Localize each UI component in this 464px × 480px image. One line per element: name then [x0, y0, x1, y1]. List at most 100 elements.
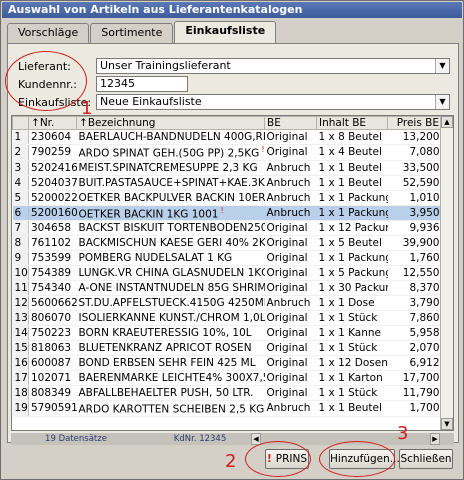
table-row[interactable]: 12 5600662 ST.DU.APFELSTUECK.4150G 4250ML A…: [12, 295, 442, 311]
price-be: 11,790: [387, 385, 442, 401]
article-name: BOND ERBSEN SEHR FEIN 425 ML: [76, 355, 265, 371]
content-be: 1 x 1 Kanne: [316, 325, 388, 341]
chevron-down-icon[interactable]: ▼: [435, 95, 449, 109]
be-type: Original: [264, 370, 317, 386]
price-be: 9,936: [387, 220, 442, 236]
table-row[interactable]: 10 754389 LUNGK.VR CHINA GLASNUDELN 1KG Ori…: [12, 265, 442, 281]
price-be: 3,790: [387, 295, 442, 311]
content-be: 1 x 12 Dosen: [316, 355, 388, 371]
row-index: 5: [12, 190, 29, 206]
close-button[interactable]: Schließen: [399, 449, 453, 469]
be-type: Anbruch: [264, 190, 317, 206]
row-index: 11: [12, 280, 29, 296]
header-preis[interactable]: Preis BE: [387, 116, 442, 130]
row-index: 6: [12, 205, 29, 221]
be-type: Anbruch: [264, 205, 317, 221]
article-table: ↑Nr. ↑Bezeichnung BE Inhalt BE Preis BE …: [11, 115, 454, 431]
header-be[interactable]: BE: [264, 116, 317, 130]
article-number: 818063: [28, 340, 77, 356]
price-be: 13,200: [387, 129, 442, 145]
content-be: 1 x 1 Packung: [316, 250, 388, 266]
header-bezeichnung[interactable]: ↑Bezeichnung: [76, 116, 265, 130]
row-index: 8: [12, 235, 29, 251]
row-index: 12: [12, 295, 29, 311]
table-row[interactable]: 195790591ARDO KAROTTEN SCHEIBEN 2,5 KG!A…: [12, 400, 442, 417]
be-type: Anbruch: [264, 295, 317, 311]
price-be: 52,590: [387, 175, 442, 191]
table-row[interactable]: 2 790259 ARDO SPINAT GEH.(50G PP) 2,5KG! Or…: [12, 144, 442, 161]
table-row[interactable]: 9 753599 POMBERG NUDELSALAT 1 KG Original 1 …: [12, 250, 442, 266]
article-number: 304658: [28, 220, 77, 236]
price-be: 1,760: [387, 250, 442, 266]
annotation-number-2: 2: [225, 451, 237, 472]
einkaufsliste-combo[interactable]: Neue Einkaufsliste ▼: [96, 94, 450, 110]
row-index: 7: [12, 220, 29, 236]
price-be: 1,010: [387, 190, 442, 206]
table-row[interactable]: 6 5200160 OETKER BACKIN 1KG 1001! Anbruch 1 …: [12, 205, 442, 221]
content-be: 1 x 4 Beutel: [316, 144, 388, 161]
table-row[interactable]: 15 818063 BLUETENKRANZ APRICOT ROSEN Origin…: [12, 340, 442, 356]
content-be: 1 x 1 Dose: [316, 295, 388, 311]
be-type: Original: [264, 220, 317, 236]
table-row[interactable]: 18 808349 ABFALLBEHAELTER PUSH, 50 LTR. Ori…: [12, 385, 442, 401]
content-be: 1 x 1 Beutel: [316, 400, 388, 417]
row-index: 19: [12, 400, 29, 417]
lieferant-combo[interactable]: Unser Trainingslieferant ▼: [96, 58, 450, 74]
article-number: 600087: [28, 355, 77, 371]
table-row[interactable]: 4 5204037 BUIT.PASTASAUCE+SPINAT+KAE.3KG An…: [12, 175, 442, 191]
article-number: 5202416: [28, 160, 77, 176]
table-row[interactable]: 7 304658 BACKST BISKUIT TORTENBODEN250G Ori…: [12, 220, 442, 236]
article-name: ISOLIERKANNE KUNST./CHROM 1,0L: [76, 310, 265, 326]
article-number: 753599: [28, 250, 77, 266]
content-be: 1 x 30 Packung...: [316, 280, 388, 296]
tab-einkaufsliste[interactable]: Einkaufsliste: [174, 21, 277, 43]
chevron-down-icon[interactable]: ▼: [435, 59, 449, 73]
article-name: BORN KRAEUTERESSIG 10%, 10L: [76, 325, 265, 341]
table-row[interactable]: 1 230604 BAERLAUCH-BANDNUDELN 400G,RIEH Ori…: [12, 129, 442, 145]
article-number: 808349: [28, 385, 77, 401]
header-inhalt[interactable]: Inhalt BE: [316, 116, 388, 130]
tab-sortimente[interactable]: Sortimente: [90, 23, 174, 43]
table-row[interactable]: 13 806070 ISOLIERKANNE KUNST./CHROM 1,0L Or…: [12, 310, 442, 326]
scroll-down-icon[interactable]: ▼: [441, 418, 453, 430]
tab-bar: Vorschläge Sortimente Einkaufsliste: [7, 21, 277, 43]
content-be: 1 x 5 Packungen: [316, 265, 388, 281]
scroll-up-icon[interactable]: ▲: [441, 116, 453, 128]
be-type: Original: [264, 265, 317, 281]
content-be: 1 x 12 Packung...: [316, 220, 388, 236]
header-nr[interactable]: ↑Nr.: [28, 116, 77, 130]
article-name: LUNGK.VR CHINA GLASNUDELN 1KG: [76, 265, 265, 281]
be-type: Original: [264, 235, 317, 251]
article-number: 761102: [28, 235, 77, 251]
tab-vorschlaege[interactable]: Vorschläge: [7, 23, 90, 43]
content-be: 1 x 8 Beutel: [316, 129, 388, 145]
price-be: 17,700: [387, 370, 442, 386]
table-row[interactable]: 16 600087 BOND ERBSEN SEHR FEIN 425 ML Orig…: [12, 355, 442, 371]
article-number: 102071: [28, 370, 77, 386]
be-type: Original: [264, 355, 317, 371]
article-number: 230604: [28, 129, 77, 145]
row-index: 2: [12, 144, 29, 161]
price-be: 7,860: [387, 310, 442, 326]
article-name: ABFALLBEHAELTER PUSH, 50 LTR.: [76, 385, 265, 401]
row-index: 10: [12, 265, 29, 281]
table-row[interactable]: 14 750223 BORN KRAEUTERESSIG 10%, 10L Origi…: [12, 325, 442, 341]
row-index: 18: [12, 385, 29, 401]
table-row[interactable]: 5 5200022 OETKER BACKPULVER BACKIN 10ER Anb…: [12, 190, 442, 206]
price-be: 6,912: [387, 355, 442, 371]
header-index: [12, 116, 29, 130]
price-be: 1,700: [387, 400, 442, 417]
content-be: 1 x 1 Packung: [316, 190, 388, 206]
article-number: 5600662: [28, 295, 77, 311]
article-number: 790259: [28, 144, 77, 161]
annotation-ellipse-form: [5, 51, 87, 111]
kundennr-field[interactable]: 12345: [96, 76, 188, 92]
table-row[interactable]: 17 102071 BAERENMARKE LEICHTE4% 300X7,5G Or…: [12, 370, 442, 386]
price-be: 7,080: [387, 144, 442, 161]
scroll-right-icon[interactable]: ▶: [430, 433, 440, 445]
table-row[interactable]: 11 754340 A-ONE INSTANTNUDELN 85G SHRIMP Or…: [12, 280, 442, 296]
table-row[interactable]: 3 5202416 MEIST.SPINATCREMESUPPE 2,3 KG Anb…: [12, 160, 442, 176]
annotation-number-3: 3: [397, 423, 409, 444]
table-row[interactable]: 8 761102 BACKMISCHUN KAESE GERI 40% 2KG Ori…: [12, 235, 442, 251]
vertical-scrollbar[interactable]: ▲ ▼: [440, 116, 453, 430]
